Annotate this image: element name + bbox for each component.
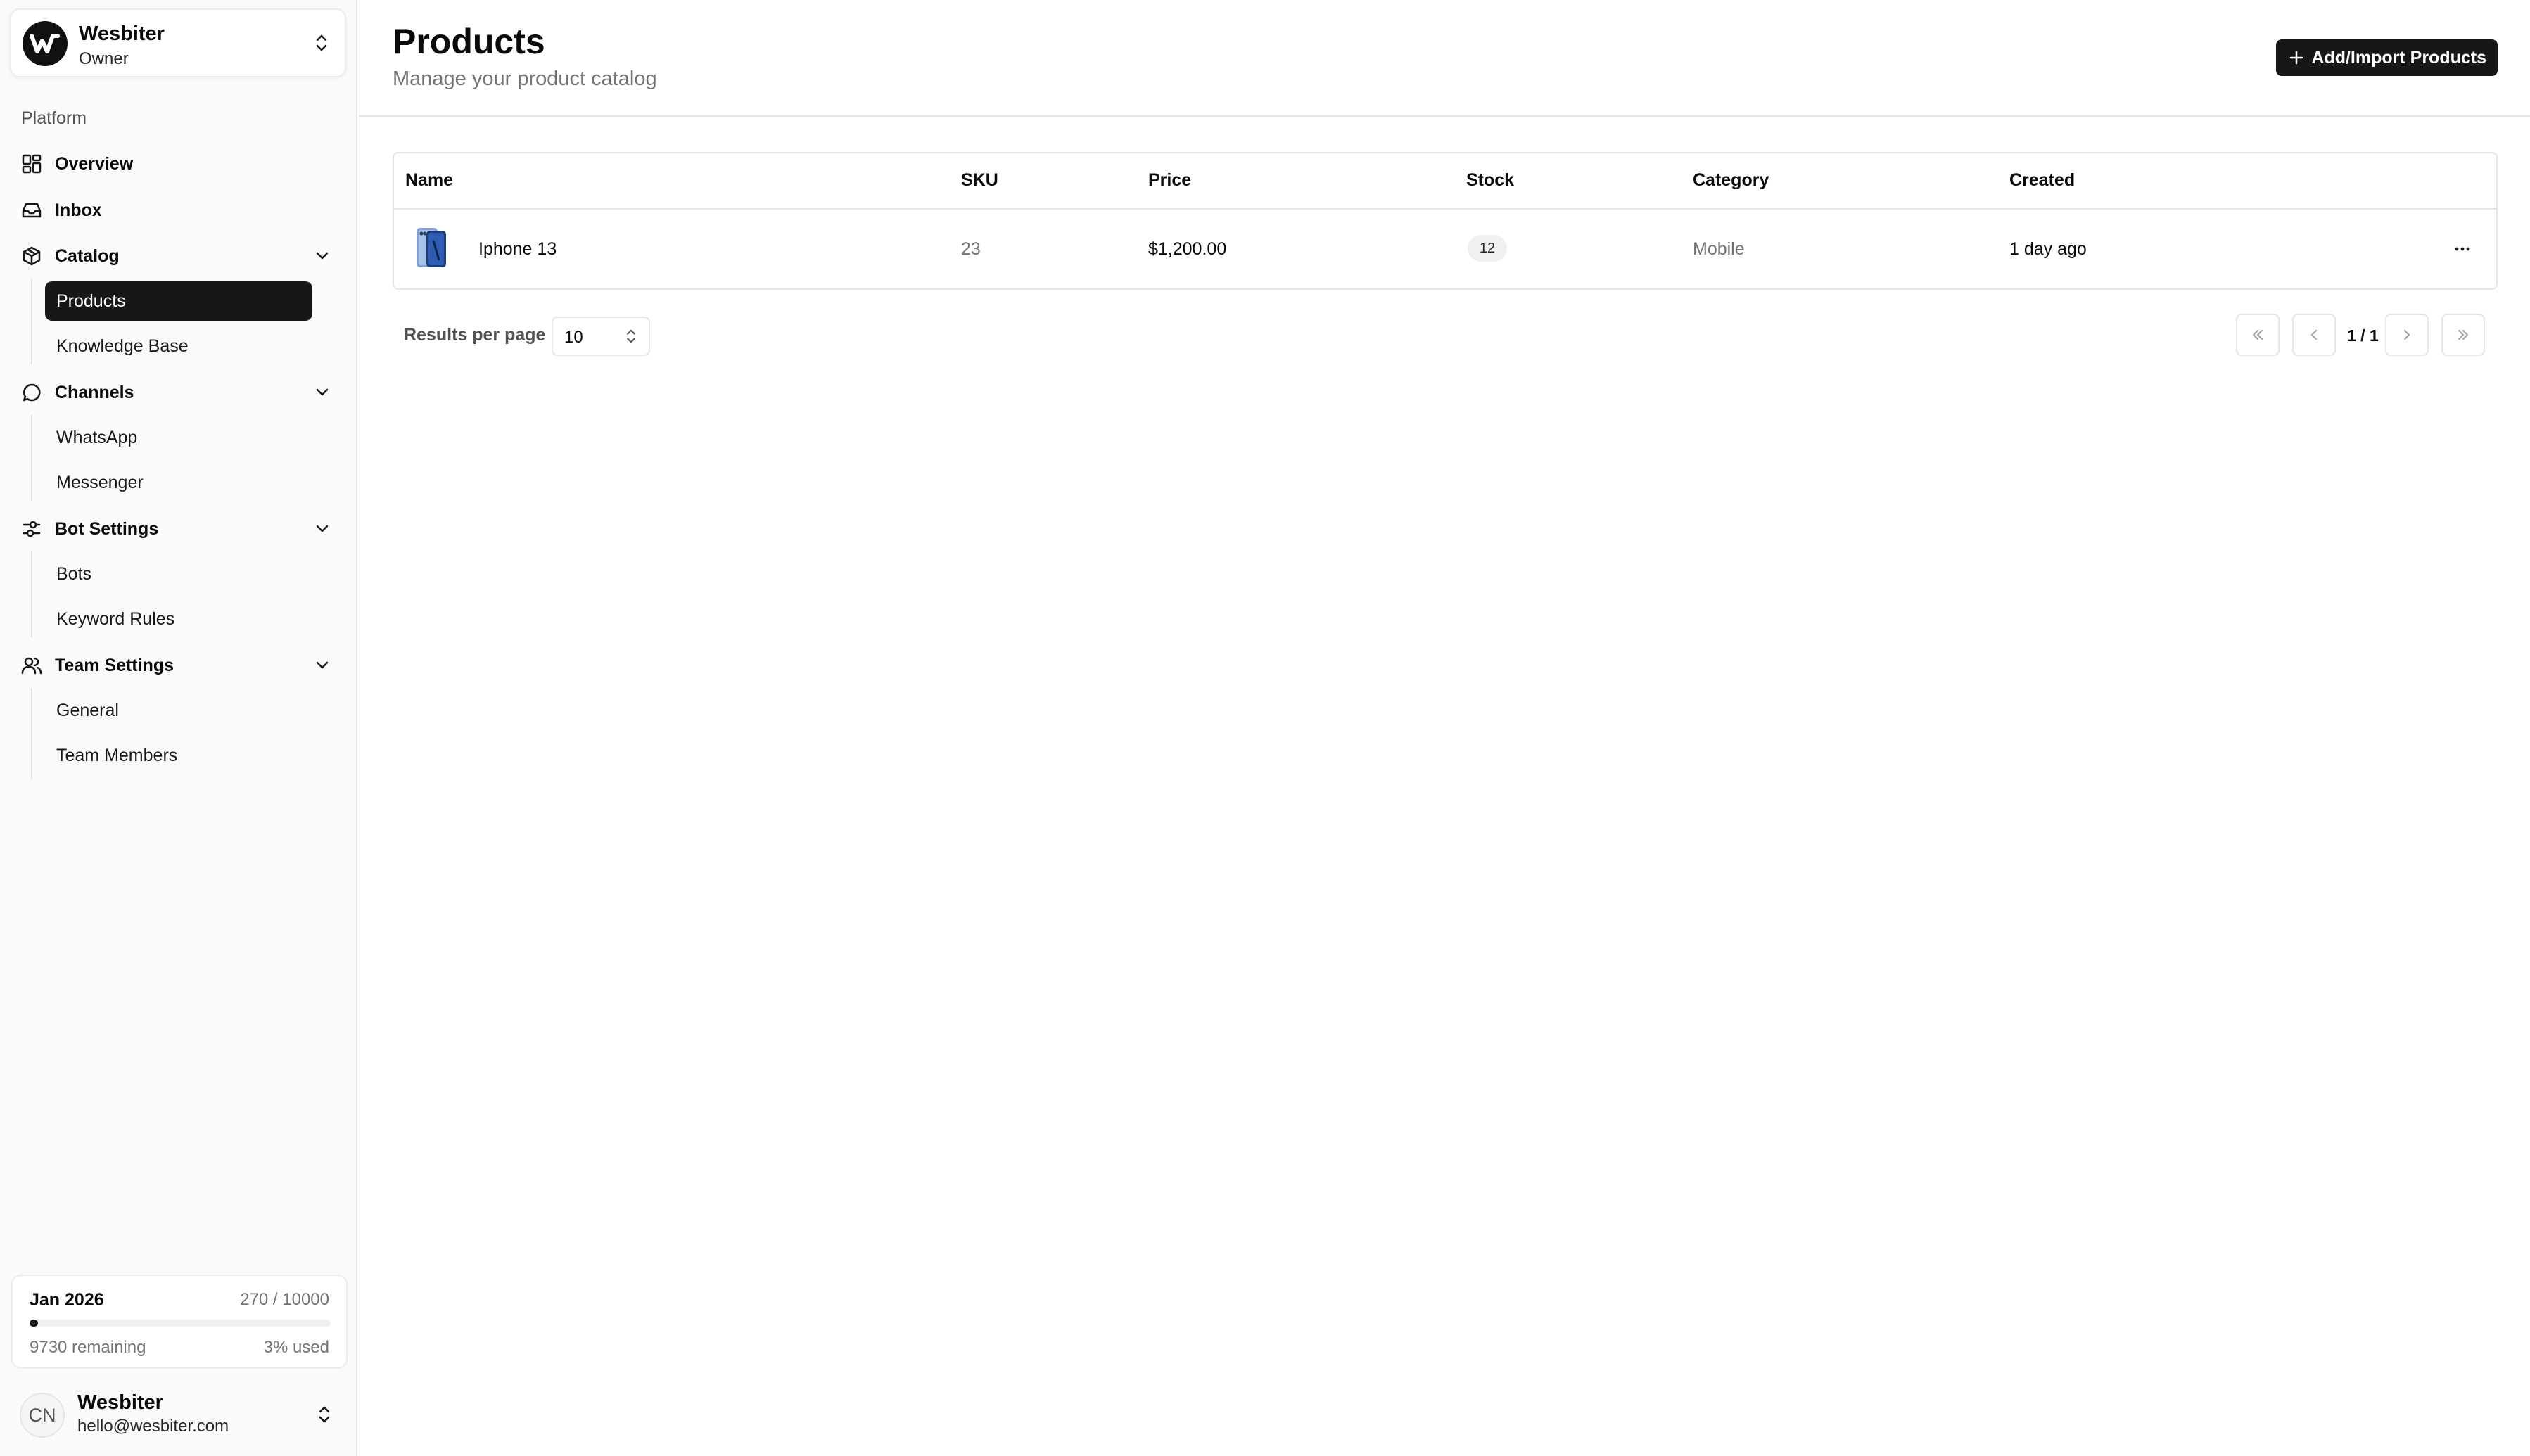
submenu-line bbox=[31, 415, 32, 501]
nav-inbox-label: Inbox bbox=[55, 200, 102, 220]
nav-channels-label: Channels bbox=[55, 382, 134, 402]
org-name: Wesbiter bbox=[79, 23, 165, 45]
page-info: 1 / 1 bbox=[2347, 326, 2379, 345]
sidebar-item-products[interactable]: Products bbox=[45, 281, 312, 321]
column-header-stock[interactable]: Stock bbox=[1466, 170, 1514, 191]
sidebar-item-label: Knowledge Base bbox=[56, 336, 189, 356]
chevron-left-icon bbox=[2310, 329, 2318, 340]
chevron-down-icon[interactable] bbox=[312, 383, 332, 402]
column-header-price[interactable]: Price bbox=[1148, 170, 1191, 191]
table-header-row: Name SKU Price Stock Category Created bbox=[394, 153, 2496, 210]
sidebar-item-team-members[interactable]: Team Members bbox=[45, 736, 312, 775]
nav-catalog[interactable]: Catalog bbox=[21, 238, 120, 274]
more-horizontal-icon bbox=[2455, 247, 2470, 251]
sidebar-item-messenger[interactable]: Messenger bbox=[45, 463, 312, 502]
chevrons-left-icon bbox=[2252, 329, 2263, 340]
chevrons-right-icon bbox=[2458, 329, 2469, 340]
products-table: Name SKU Price Stock Category Created Ip… bbox=[393, 152, 2498, 290]
usage-card: Jan 2026 270 / 10000 9730 remaining 3% u… bbox=[11, 1275, 348, 1369]
usage-progress-bar bbox=[30, 1320, 331, 1327]
nav-team-settings[interactable]: Team Settings bbox=[21, 648, 174, 683]
results-per-page-label: Results per page bbox=[404, 325, 546, 345]
usage-progress-fill bbox=[30, 1320, 38, 1327]
users-icon bbox=[21, 655, 42, 676]
first-page-button[interactable] bbox=[2236, 314, 2280, 356]
sidebar-item-keyword-rules[interactable]: Keyword Rules bbox=[45, 599, 312, 639]
sidebar-item-label: Products bbox=[56, 290, 126, 311]
nav-bot-settings-label: Bot Settings bbox=[55, 518, 159, 539]
nav-overview[interactable]: Overview bbox=[21, 146, 133, 181]
sidebar-item-label: Keyword Rules bbox=[56, 608, 175, 629]
add-import-products-label: Add/Import Products bbox=[2311, 47, 2486, 68]
nav-inbox[interactable]: Inbox bbox=[21, 193, 102, 228]
user-switcher[interactable]: CN Wesbiter hello@wesbiter.com bbox=[11, 1384, 348, 1445]
chevrons-up-down-icon bbox=[627, 329, 635, 343]
submenu-line bbox=[31, 279, 32, 364]
usage-remaining: 9730 remaining bbox=[30, 1338, 146, 1357]
sidebar: Wesbiter Owner Platform Overview Inbox C… bbox=[0, 0, 357, 1456]
usage-percent: 3% used bbox=[263, 1338, 329, 1357]
page-header: Products Manage your product catalog Add… bbox=[359, 0, 2530, 117]
column-header-sku[interactable]: SKU bbox=[961, 170, 998, 191]
inbox-icon bbox=[21, 200, 42, 221]
user-email: hello@wesbiter.com bbox=[77, 1417, 229, 1436]
table-row[interactable]: Iphone 13 23 $1,200.00 12 Mobile 1 day a… bbox=[394, 211, 2496, 290]
main-content: Products Manage your product catalog Add… bbox=[359, 0, 2530, 1456]
chevron-down-icon[interactable] bbox=[312, 519, 332, 539]
next-page-button[interactable] bbox=[2385, 314, 2429, 356]
sidebar-item-whatsapp[interactable]: WhatsApp bbox=[45, 418, 312, 457]
submenu-line bbox=[31, 688, 32, 779]
chevron-right-icon bbox=[2403, 329, 2410, 340]
usage-count: 270 / 10000 bbox=[240, 1290, 329, 1309]
usage-month: Jan 2026 bbox=[30, 1290, 104, 1310]
stock-badge: 12 bbox=[1468, 235, 1507, 262]
dashboard-icon bbox=[21, 153, 42, 174]
nav-bot-settings[interactable]: Bot Settings bbox=[21, 511, 158, 547]
sidebar-item-label: Messenger bbox=[56, 472, 144, 492]
results-per-page-select[interactable]: 10 bbox=[552, 317, 650, 356]
product-category: Mobile bbox=[1693, 239, 1745, 259]
product-name[interactable]: Iphone 13 bbox=[478, 239, 557, 260]
results-per-page-value: 10 bbox=[564, 328, 583, 347]
nav-channels[interactable]: Channels bbox=[21, 375, 134, 410]
column-header-created[interactable]: Created bbox=[2009, 170, 2075, 191]
product-price: $1,200.00 bbox=[1148, 239, 1227, 259]
sidebar-item-label: General bbox=[56, 700, 119, 720]
product-sku: 23 bbox=[961, 239, 981, 259]
message-circle-icon bbox=[21, 382, 42, 403]
sidebar-item-label: WhatsApp bbox=[56, 427, 138, 447]
add-import-products-button[interactable]: Add/Import Products bbox=[2276, 39, 2498, 76]
chevrons-up-down-icon bbox=[319, 1406, 330, 1423]
sidebar-item-label: Bots bbox=[56, 563, 92, 584]
column-header-name[interactable]: Name bbox=[405, 170, 453, 191]
chevron-down-icon[interactable] bbox=[312, 246, 332, 266]
nav-catalog-label: Catalog bbox=[55, 245, 120, 266]
previous-page-button[interactable] bbox=[2292, 314, 2336, 356]
column-header-category[interactable]: Category bbox=[1693, 170, 1769, 191]
org-logo bbox=[23, 21, 68, 66]
user-name: Wesbiter bbox=[77, 1391, 163, 1414]
package-icon bbox=[21, 245, 42, 267]
sidebar-item-bots[interactable]: Bots bbox=[45, 554, 312, 594]
org-role: Owner bbox=[79, 49, 129, 68]
avatar: CN bbox=[20, 1393, 65, 1438]
sidebar-item-label: Team Members bbox=[56, 745, 178, 765]
product-thumbnail bbox=[417, 228, 446, 267]
org-switcher[interactable]: Wesbiter Owner bbox=[10, 8, 346, 77]
nav-group-label: Platform bbox=[21, 108, 87, 128]
row-actions-button[interactable] bbox=[2448, 236, 2477, 262]
page-title: Products bbox=[393, 22, 545, 61]
last-page-button[interactable] bbox=[2441, 314, 2485, 356]
plus-icon bbox=[2289, 50, 2304, 65]
product-created: 1 day ago bbox=[2009, 239, 2087, 259]
nav-overview-label: Overview bbox=[55, 153, 134, 174]
page-subtitle: Manage your product catalog bbox=[393, 68, 657, 90]
settings-sliders-icon bbox=[21, 518, 42, 539]
nav-team-settings-label: Team Settings bbox=[55, 655, 174, 675]
chevron-down-icon[interactable] bbox=[312, 656, 332, 675]
submenu-line bbox=[31, 551, 32, 637]
sidebar-item-knowledge-base[interactable]: Knowledge Base bbox=[45, 326, 312, 366]
chevrons-up-down-icon bbox=[316, 34, 327, 51]
sidebar-item-general[interactable]: General bbox=[45, 691, 312, 730]
